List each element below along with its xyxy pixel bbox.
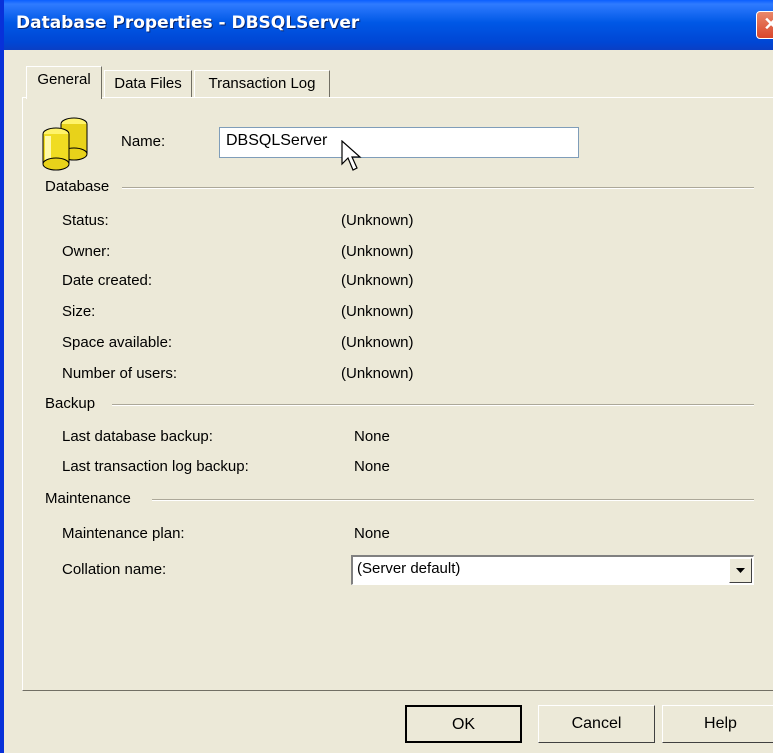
close-icon: ✕ bbox=[763, 14, 773, 34]
tab-data-files-label: Data Files bbox=[114, 75, 182, 92]
ok-button-label: OK bbox=[451, 716, 476, 733]
last-database-backup-value: None bbox=[354, 428, 390, 445]
size-label: Size: bbox=[62, 303, 96, 320]
ok-button[interactable]: OK bbox=[405, 705, 522, 743]
database-icon bbox=[42, 117, 88, 171]
backup-divider bbox=[112, 404, 754, 406]
section-maintenance-title: Maintenance bbox=[45, 490, 131, 507]
tab-general-label: General bbox=[37, 71, 91, 88]
tab-transaction-log[interactable]: Transaction Log bbox=[194, 70, 330, 98]
maintenance-plan-value: None bbox=[354, 525, 390, 542]
last-log-backup-value: None bbox=[354, 458, 390, 475]
last-log-backup-label: Last transaction log backup: bbox=[62, 458, 249, 475]
name-field-value: DBSQLServer bbox=[226, 132, 328, 149]
number-of-users-value: (Unknown) bbox=[341, 365, 414, 382]
date-created-label: Date created: bbox=[62, 272, 153, 289]
owner-label: Owner: bbox=[62, 243, 111, 260]
help-button-label: Help bbox=[704, 715, 737, 732]
cancel-button[interactable]: Cancel bbox=[538, 705, 655, 743]
status-value: (Unknown) bbox=[341, 212, 414, 229]
title-bar[interactable]: Database Properties - DBSQLServer ✕ bbox=[4, 0, 773, 50]
tab-data-files[interactable]: Data Files bbox=[104, 70, 192, 98]
number-of-users-label: Number of users: bbox=[62, 365, 178, 382]
database-divider bbox=[122, 187, 754, 189]
space-available-label: Space available: bbox=[62, 334, 173, 351]
last-database-backup-label: Last database backup: bbox=[62, 428, 213, 445]
collation-name-dropdown[interactable]: (Server default) bbox=[351, 555, 754, 585]
section-database-title: Database bbox=[45, 178, 110, 195]
window-title: Database Properties - DBSQLServer bbox=[16, 13, 360, 33]
date-created-value: (Unknown) bbox=[341, 272, 414, 289]
collation-dropdown-button[interactable] bbox=[729, 558, 752, 583]
maintenance-plan-label: Maintenance plan: bbox=[62, 525, 185, 542]
owner-value: (Unknown) bbox=[341, 243, 414, 260]
name-field[interactable]: DBSQLServer bbox=[219, 127, 579, 158]
tab-general[interactable]: General bbox=[26, 66, 102, 99]
status-label: Status: bbox=[62, 212, 109, 229]
maintenance-divider bbox=[152, 499, 754, 501]
cancel-button-label: Cancel bbox=[571, 715, 622, 732]
chevron-down-icon bbox=[736, 568, 745, 573]
space-available-value: (Unknown) bbox=[341, 334, 414, 351]
mouse-pointer-icon bbox=[341, 140, 362, 171]
help-button[interactable]: Help bbox=[662, 705, 773, 743]
name-label: Name: bbox=[121, 133, 166, 150]
close-button[interactable]: ✕ bbox=[756, 11, 773, 39]
collation-name-label: Collation name: bbox=[62, 561, 167, 578]
section-backup-title: Backup bbox=[45, 395, 96, 412]
size-value: (Unknown) bbox=[341, 303, 414, 320]
collation-name-value: (Server default) bbox=[357, 560, 461, 577]
tab-transaction-log-label: Transaction Log bbox=[208, 75, 316, 92]
